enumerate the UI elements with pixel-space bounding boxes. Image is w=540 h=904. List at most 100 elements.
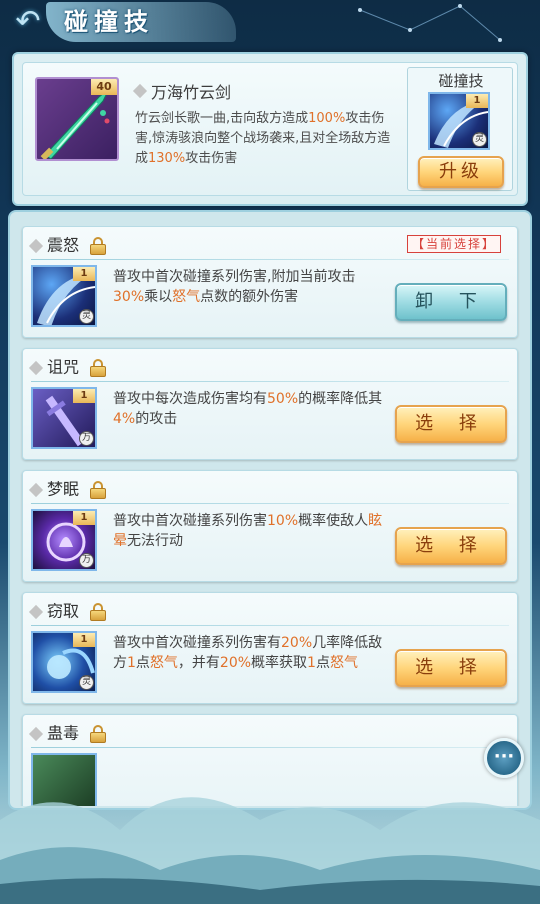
diamond-bullet-icon	[28, 360, 44, 375]
lock-icon[interactable]	[87, 480, 109, 499]
current-skill-level: 1	[466, 94, 488, 108]
current-skill-icon[interactable]: 1 灵	[428, 92, 490, 150]
skill-list-panel: 震怒 【当前选择】 1 灵普攻中首次碰撞系列伤害,附加当前攻击30%乘以怒气点数的额外…	[8, 210, 532, 810]
highlight-text: 1	[307, 655, 316, 671]
skill-list[interactable]: 震怒 【当前选择】 1 灵普攻中首次碰撞系列伤害,附加当前攻击30%乘以怒气点数的额外…	[16, 226, 524, 806]
desc-text: 无法行动	[127, 533, 183, 549]
lock-icon[interactable]	[87, 236, 109, 255]
desc-text: 普攻中首次碰撞系列伤害	[113, 513, 267, 529]
current-selection-tag: 【当前选择】	[406, 235, 501, 253]
highlight-text: 100%	[308, 111, 346, 126]
skill-level: 1	[73, 389, 95, 403]
highlight-text: 4%	[113, 411, 136, 427]
select-button[interactable]: 选 择	[395, 405, 507, 443]
desc-text: 竹云剑长歌一曲,击向敌方造成	[135, 111, 309, 126]
diamond-bullet-icon	[132, 83, 148, 99]
divider	[31, 381, 509, 382]
desc-text: 概率使敌人	[298, 513, 369, 529]
desc-text: 点	[315, 655, 330, 671]
skill-card[interactable]: 梦眠 1 万普攻中首次碰撞系列伤害10%概率使敌人眩晕无法行动选 择	[22, 470, 518, 582]
highlight-text: 怒气	[149, 655, 178, 671]
select-button[interactable]: 选 择	[395, 649, 507, 687]
weapon-name-row: 万海竹云剑	[132, 79, 232, 102]
diamond-bullet-icon	[28, 604, 44, 619]
weapon-description: 竹云剑长歌一曲,击向敌方造成100%攻击伤害,惊涛骇浪向整个战场袭来,且对全场敌…	[135, 109, 395, 169]
current-skill-panel: 碰撞技 1 灵 升级	[407, 67, 513, 191]
desc-text: 点	[135, 655, 150, 671]
skill-icon[interactable]: 1灵	[31, 265, 97, 327]
weapon-icon[interactable]: 40	[35, 77, 119, 161]
skill-level: 1	[73, 633, 95, 647]
highlight-text: 怒气	[329, 655, 358, 671]
highlight-text: 130%	[148, 151, 186, 166]
diamond-bullet-icon	[28, 238, 44, 253]
skill-card[interactable]: 震怒 【当前选择】 1 灵普攻中首次碰撞系列伤害,附加当前攻击30%乘以怒气点数的额外…	[22, 226, 518, 338]
highlight-text: 20%	[219, 655, 252, 671]
mountain-scenery	[0, 797, 540, 904]
highlight-text: 50%	[267, 391, 299, 407]
skill-name-row: 震怒	[28, 233, 109, 257]
lock-icon[interactable]	[87, 358, 109, 377]
current-skill-title: 碰撞技	[438, 72, 484, 90]
desc-text: 乘以	[144, 289, 173, 305]
weapon-panel-inner: 40 万海竹云剑 竹云剑长歌一曲,击向敌方造成100%攻击伤害,惊涛骇浪向整个战…	[22, 62, 518, 196]
desc-text: ，并有	[177, 655, 220, 671]
skill-name-row: 诅咒	[28, 355, 109, 379]
header: ↶ 碰撞技	[0, 0, 540, 48]
skill-type-badge: 灵	[79, 675, 94, 690]
skill-description: 普攻中首次碰撞系列伤害10%概率使敌人眩晕无法行动	[113, 511, 383, 551]
desc-text: 的概率降低其	[298, 391, 383, 407]
divider	[31, 747, 509, 748]
skill-name: 诅咒	[47, 357, 80, 377]
divider	[31, 259, 509, 260]
select-button[interactable]: 选 择	[395, 527, 507, 565]
skill-icon[interactable]: 1万	[31, 509, 97, 571]
diamond-bullet-icon	[28, 482, 44, 497]
desc-text: 普攻中首次碰撞系列伤害有	[113, 635, 281, 651]
skill-name: 蛊毒	[47, 723, 80, 743]
skill-description: 普攻中每次造成伤害均有50%的概率降低其 4%的攻击	[113, 389, 383, 429]
skill-icon[interactable]: 1万	[31, 387, 97, 449]
constellation-decoration	[358, 4, 502, 42]
skill-name-row: 蛊毒	[28, 721, 109, 745]
skill-name-row: 窃取	[28, 599, 109, 623]
divider	[31, 625, 509, 626]
highlight-text: 10%	[267, 513, 299, 529]
lock-icon[interactable]	[87, 602, 109, 621]
skill-icon[interactable]: 1灵	[31, 631, 97, 693]
weapon-panel: 40 万海竹云剑 竹云剑长歌一曲,击向敌方造成100%攻击伤害,惊涛骇浪向整个战…	[12, 52, 528, 206]
skill-type-badge: 灵	[79, 309, 94, 324]
skill-level: 1	[73, 511, 95, 525]
desc-text: 点数的额外伤害	[200, 289, 299, 305]
skill-description: 普攻中首次碰撞系列伤害,附加当前攻击 30%乘以怒气点数的额外伤害	[113, 267, 383, 307]
diamond-bullet-icon	[28, 726, 44, 741]
skill-card[interactable]: 窃取 1 灵普攻中首次碰撞系列伤害有20%几率降低敌方1点怒气，并有20%概率获取1…	[22, 592, 518, 704]
highlight-text: 1	[127, 655, 136, 671]
desc-text: 攻击伤害	[185, 151, 238, 166]
desc-text: 概率获取	[251, 655, 308, 671]
skill-name: 窃取	[47, 601, 80, 621]
skill-type-badge: 万	[79, 553, 94, 568]
title-banner: 碰撞技	[46, 2, 236, 42]
chat-bubble-icon[interactable]: ···	[484, 738, 524, 778]
skill-name: 梦眠	[47, 479, 80, 499]
highlight-text: 30%	[113, 289, 145, 305]
divider	[31, 503, 509, 504]
desc-text: 普攻中首次碰撞系列伤害,附加当前攻击	[113, 269, 356, 285]
skill-type-badge: 万	[79, 431, 94, 446]
skill-card[interactable]: 诅咒 1 万普攻中每次造成伤害均有50%的概率降低其4%的攻击选 择	[22, 348, 518, 460]
back-arrow-icon[interactable]: ↶	[6, 4, 50, 40]
desc-text: 普攻中每次造成伤害均有	[113, 391, 267, 407]
lock-icon[interactable]	[87, 724, 109, 743]
page-title: 碰撞技	[64, 7, 154, 36]
weapon-level: 40	[91, 79, 117, 95]
skill-level: 1	[73, 267, 95, 281]
desc-text: 的攻击	[135, 411, 178, 427]
weapon-name: 万海竹云剑	[151, 83, 232, 102]
skill-name-row: 梦眠	[28, 477, 109, 501]
skill-name: 震怒	[47, 235, 80, 255]
unequip-button[interactable]: 卸 下	[395, 283, 507, 321]
upgrade-button[interactable]: 升级	[418, 156, 504, 188]
current-skill-badge: 灵	[472, 132, 487, 147]
highlight-text: 20%	[281, 635, 313, 651]
